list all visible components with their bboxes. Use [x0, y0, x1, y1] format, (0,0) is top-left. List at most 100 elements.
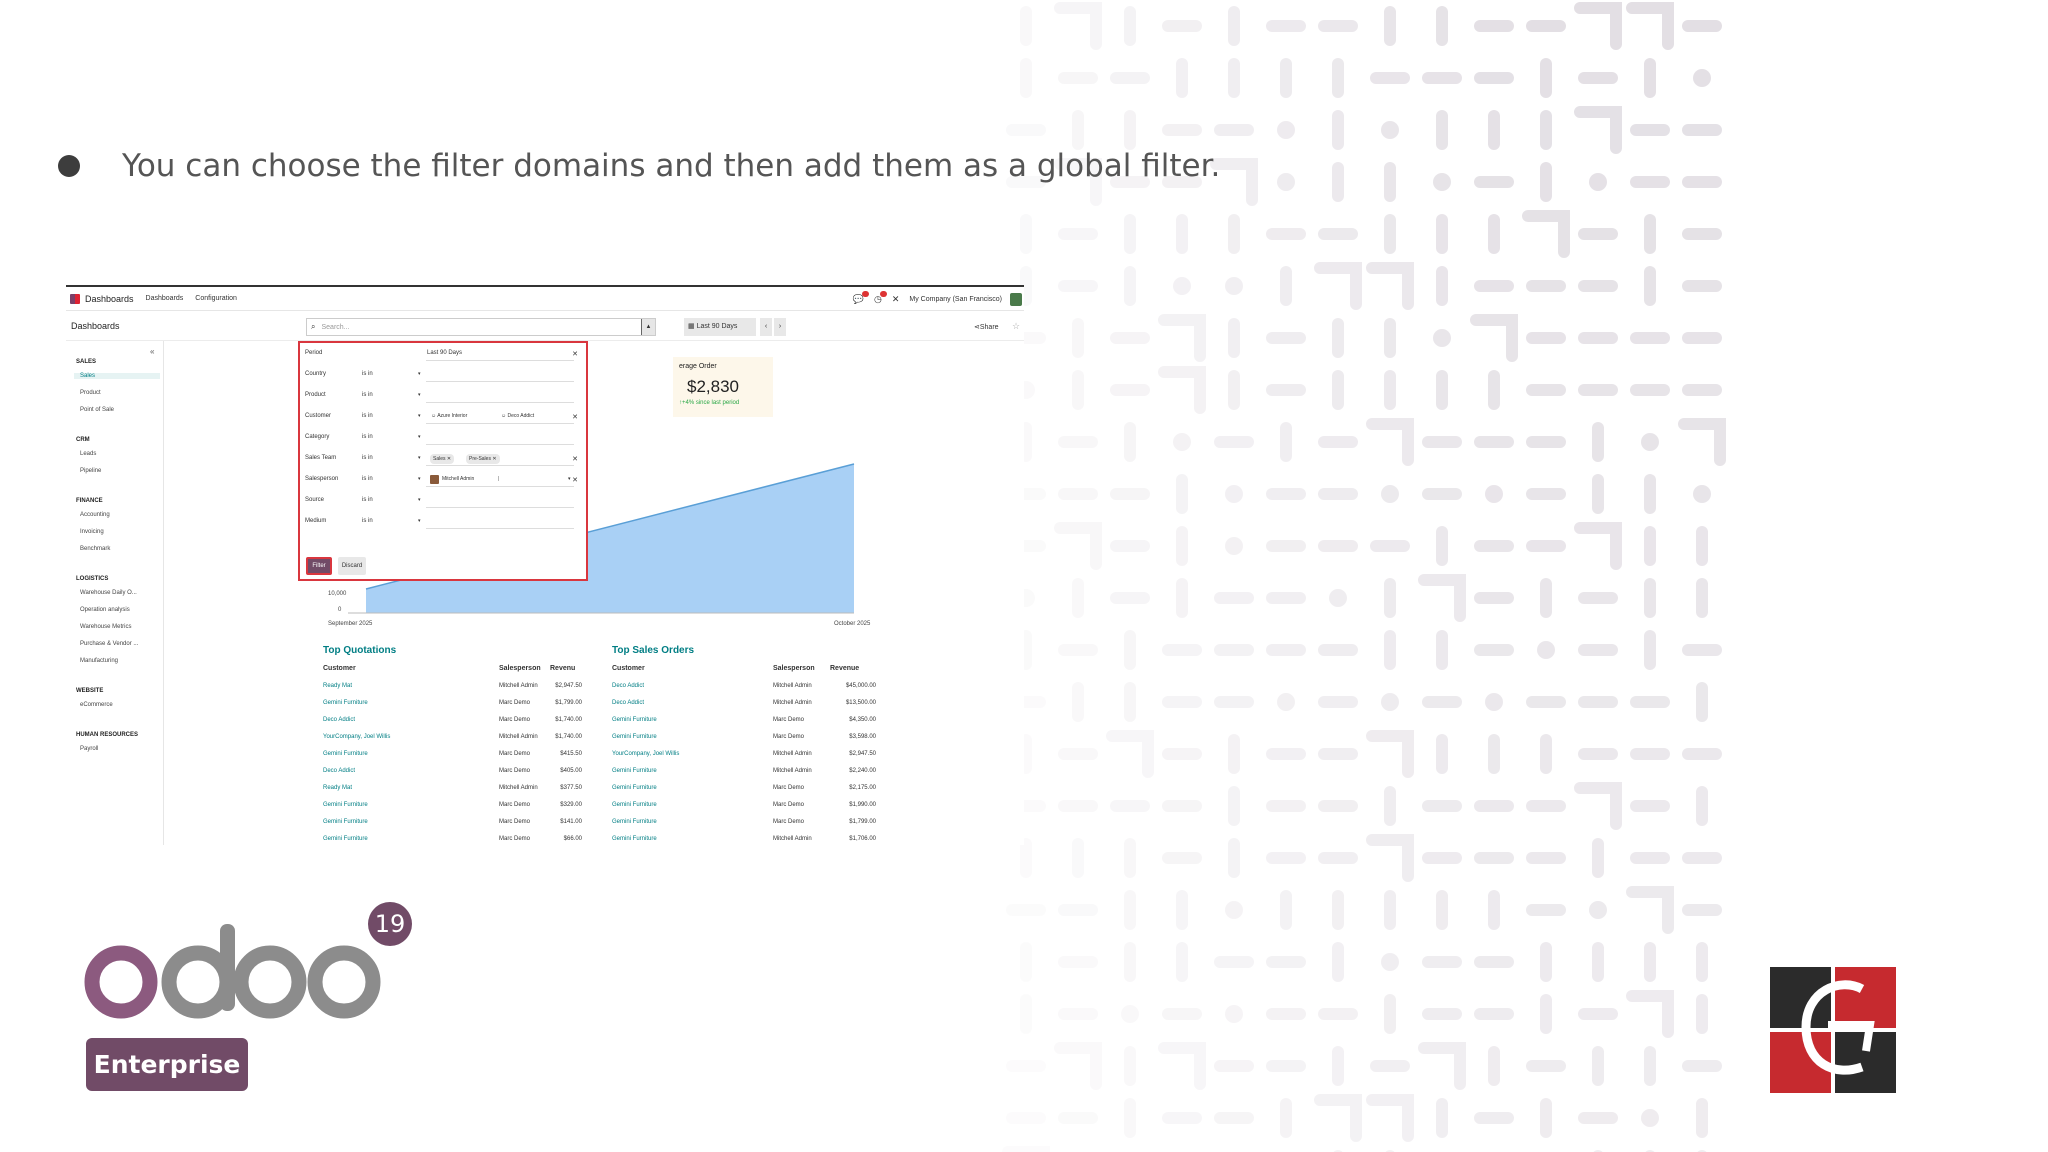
salesperson-chip[interactable]: Mitchell Admin	[442, 476, 474, 482]
filter-operator[interactable]: is in	[362, 455, 373, 461]
customer-chip[interactable]: ☺ Deco Addict	[501, 413, 534, 419]
table-cell-customer[interactable]: Gemini Furniture	[612, 785, 657, 791]
maze-pattern-shape	[1696, 786, 1708, 826]
column-header[interactable]: Revenu	[550, 665, 575, 672]
table-cell-customer[interactable]: Gemini Furniture	[612, 768, 657, 774]
maze-pattern-shape	[1332, 318, 1344, 358]
maze-pattern-shape	[1124, 682, 1136, 722]
filter-value-input[interactable]	[426, 360, 574, 361]
dropdown-caret-icon[interactable]: ▾	[568, 476, 571, 482]
maze-pattern-shape	[1578, 280, 1618, 292]
operator-caret-icon[interactable]: ▾	[418, 413, 421, 419]
column-header[interactable]: Customer	[323, 665, 356, 672]
remove-tag-icon[interactable]: ✕	[492, 456, 496, 462]
filter-value-input[interactable]	[426, 423, 574, 424]
table-cell-customer[interactable]: YourCompany, Joel Willis	[612, 751, 679, 757]
filter-value-input[interactable]	[426, 507, 574, 508]
table-cell-customer[interactable]: Gemini Furniture	[323, 700, 368, 706]
column-header[interactable]: Salesperson	[499, 665, 541, 672]
clear-filter-icon[interactable]: ✕	[572, 413, 578, 421]
table-cell-customer[interactable]: Ready Mat	[323, 785, 352, 791]
operator-caret-icon[interactable]: ▾	[418, 518, 421, 524]
filter-value-input[interactable]	[426, 444, 574, 445]
filter-operator[interactable]: is in	[362, 413, 373, 419]
filter-value-input[interactable]	[426, 381, 574, 382]
table-cell-customer[interactable]: Gemini Furniture	[612, 802, 657, 808]
table-cell-customer[interactable]: Deco Addict	[612, 683, 644, 689]
maze-pattern-shape	[1162, 644, 1202, 656]
column-header[interactable]: Customer	[612, 665, 645, 672]
clear-filter-icon[interactable]: ✕	[572, 476, 578, 484]
table-cell-customer[interactable]: Deco Addict	[612, 700, 644, 706]
maze-pattern-shape	[1266, 1060, 1306, 1072]
table-cell-customer[interactable]: Ready Mat	[323, 683, 352, 689]
maze-pattern-shape	[1121, 1005, 1139, 1023]
table-cell-customer[interactable]: Deco Addict	[323, 768, 355, 774]
operator-caret-icon[interactable]: ▾	[418, 371, 421, 377]
maze-pattern-shape	[1384, 578, 1396, 618]
maze-pattern-shape	[1266, 748, 1306, 760]
filter-operator[interactable]: is in	[362, 392, 373, 398]
maze-pattern-shape	[1418, 1042, 1466, 1090]
maze-pattern-shape	[1526, 800, 1566, 812]
sales-team-tag[interactable]: Pre-Sales ✕	[466, 454, 500, 464]
customer-chip[interactable]: ☺ Azure Interior	[431, 413, 467, 419]
maze-pattern-shape	[1485, 693, 1503, 711]
maze-pattern-shape	[1162, 1008, 1202, 1020]
maze-pattern-shape	[1436, 370, 1448, 410]
table-cell-salesperson: Marc Demo	[499, 836, 531, 842]
maze-pattern-shape	[1318, 644, 1358, 656]
filter-operator[interactable]: is in	[362, 476, 373, 482]
table-cell-customer[interactable]: Gemini Furniture	[323, 836, 368, 842]
table-cell-revenue: $405.00	[560, 768, 582, 774]
remove-tag-icon[interactable]: ✕	[447, 456, 451, 462]
maze-pattern-shape	[1318, 800, 1358, 812]
filter-value-input[interactable]	[426, 528, 574, 529]
maze-pattern-shape	[1592, 474, 1604, 514]
maze-pattern-shape	[1696, 682, 1708, 722]
filter-operator[interactable]: is in	[362, 371, 373, 377]
maze-pattern-shape	[1384, 214, 1396, 254]
filter-button[interactable]: Filter	[306, 557, 332, 575]
sales-team-tag[interactable]: Sales ✕	[430, 454, 455, 464]
maze-pattern-shape	[1626, 990, 1674, 1038]
table-cell-customer[interactable]: Gemini Furniture	[612, 819, 657, 825]
clear-filter-icon[interactable]: ✕	[572, 455, 578, 463]
maze-pattern-shape	[1266, 1008, 1306, 1020]
filter-label: Medium	[305, 518, 327, 524]
operator-caret-icon[interactable]: ▾	[418, 455, 421, 461]
maze-pattern-shape	[1488, 370, 1500, 410]
filter-operator[interactable]: is in	[362, 434, 373, 440]
maze-pattern-shape	[1266, 644, 1306, 656]
filter-value-input[interactable]	[426, 402, 574, 403]
filter-row: Sales Team is in ▾ Sales ✕ Pre-Sales ✕ ✕	[300, 451, 586, 467]
table-cell-revenue: $3,598.00	[849, 734, 876, 740]
table-cell-customer[interactable]: Gemini Furniture	[612, 734, 657, 740]
maze-pattern-shape	[1630, 332, 1670, 344]
table-cell-customer[interactable]: Gemini Furniture	[612, 717, 657, 723]
table-cell-customer[interactable]: YourCompany, Joel Willis	[323, 734, 390, 740]
table-cell-customer[interactable]: Gemini Furniture	[323, 802, 368, 808]
table-cell-revenue: $1,740.00	[555, 717, 582, 723]
table-cell-customer[interactable]: Gemini Furniture	[612, 836, 657, 842]
tag-label: Pre-Sales	[469, 456, 491, 462]
operator-caret-icon[interactable]: ▾	[418, 497, 421, 503]
filter-value[interactable]: Last 90 Days	[427, 350, 462, 356]
operator-caret-icon[interactable]: ▾	[418, 476, 421, 482]
maze-pattern-shape	[1526, 1060, 1566, 1072]
column-header[interactable]: Revenue	[830, 665, 859, 672]
table-cell-customer[interactable]: Deco Addict	[323, 717, 355, 723]
filter-value-input[interactable]	[426, 465, 574, 466]
filter-operator[interactable]: is in	[362, 518, 373, 524]
operator-caret-icon[interactable]: ▾	[418, 434, 421, 440]
filter-value-input[interactable]	[426, 486, 574, 487]
table-cell-customer[interactable]: Gemini Furniture	[323, 751, 368, 757]
filter-operator[interactable]: is in	[362, 497, 373, 503]
table-cell-customer[interactable]: Gemini Furniture	[323, 819, 368, 825]
maze-pattern-shape	[1366, 730, 1414, 778]
maze-pattern-shape	[1214, 436, 1254, 448]
column-header[interactable]: Salesperson	[773, 665, 815, 672]
clear-filter-icon[interactable]: ✕	[572, 350, 578, 358]
discard-button[interactable]: Discard	[338, 557, 366, 575]
operator-caret-icon[interactable]: ▾	[418, 392, 421, 398]
